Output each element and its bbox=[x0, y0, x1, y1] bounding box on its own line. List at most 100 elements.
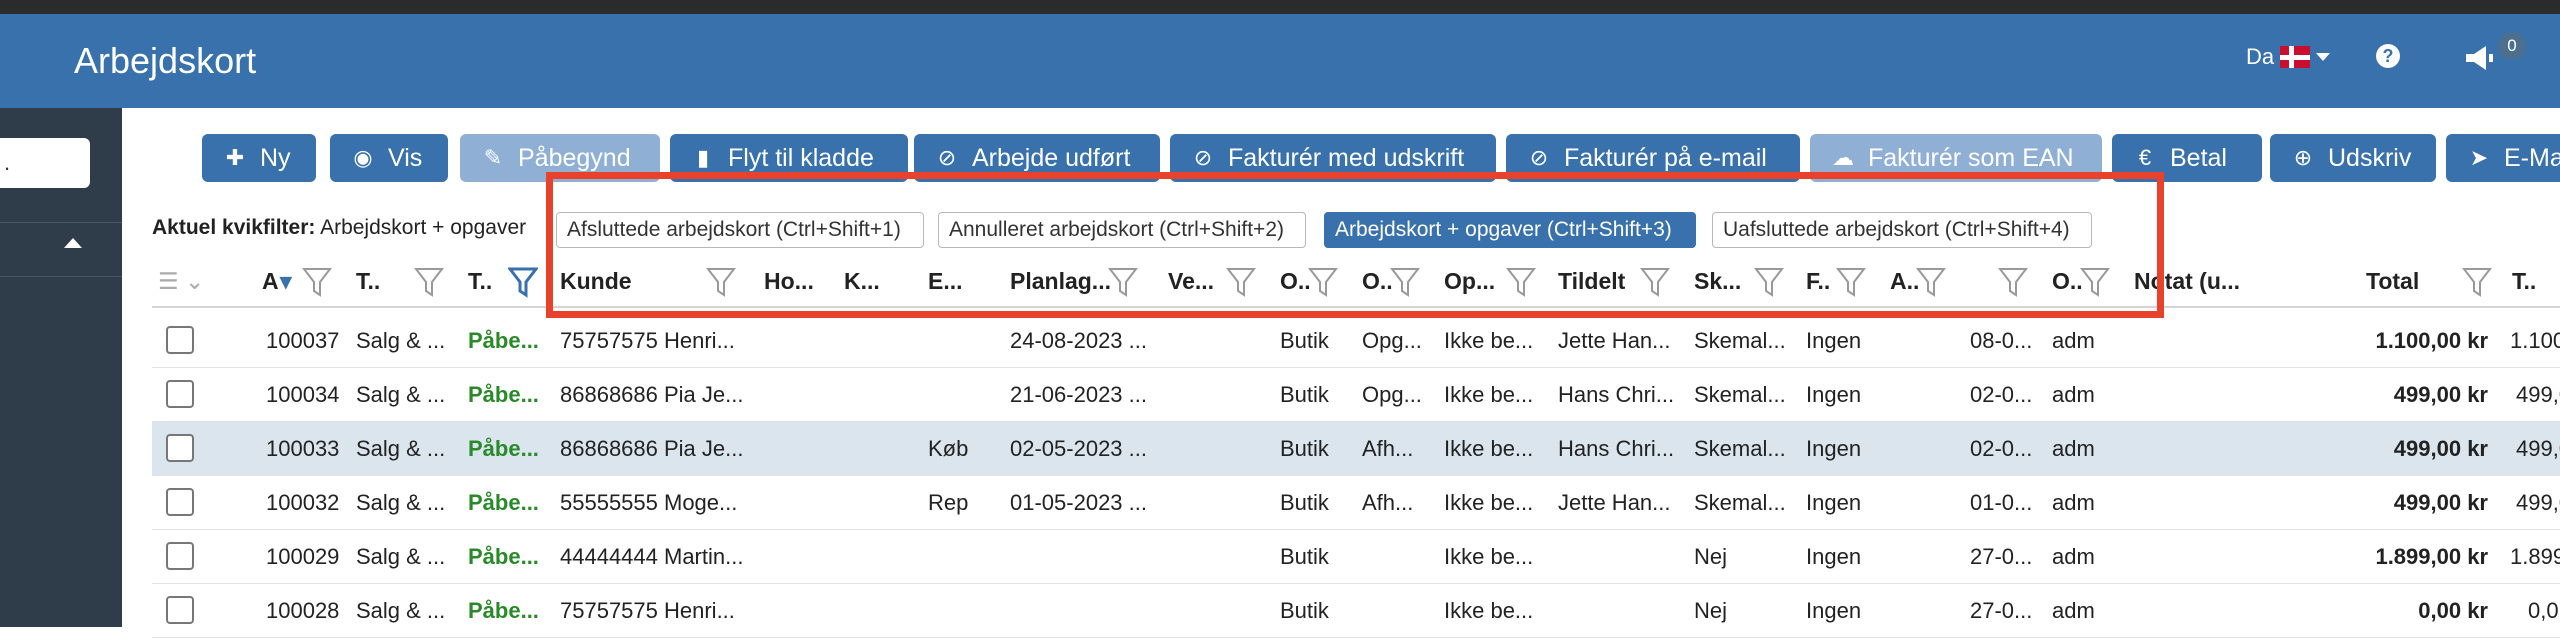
table-row-selected[interactable]: 100033 Salg & ... Påbe... 86868686 Pia J… bbox=[152, 422, 2560, 476]
sidebar-divider bbox=[0, 276, 122, 277]
cell-assigned: Hans Chri... bbox=[1558, 382, 1675, 407]
sort-desc-icon[interactable]: ▾ bbox=[280, 268, 292, 295]
cell-op: Ikke be... bbox=[1444, 490, 1534, 515]
cell-planned: 01-05-2023 ... bbox=[1010, 490, 1147, 515]
check-circle-icon: ⊘ bbox=[937, 145, 957, 170]
cell-o1: Butik bbox=[1280, 544, 1329, 569]
cell-f: Ingen bbox=[1806, 328, 1862, 353]
cell-a2: 02-0... bbox=[1970, 382, 2033, 407]
cell-customer: 86868686 Pia Je... bbox=[560, 382, 744, 407]
cell-o1: Butik bbox=[1280, 598, 1329, 623]
cell-customer: 44444444 Martin... bbox=[560, 544, 744, 569]
row-checkbox[interactable] bbox=[166, 596, 194, 624]
cell-t3: 1.899, bbox=[2510, 544, 2560, 569]
cloud-upload-icon: ☁ bbox=[1832, 145, 1854, 170]
cell-assigned: Jette Han... bbox=[1558, 490, 1671, 515]
highlight-annotation-box bbox=[546, 172, 2164, 318]
download-icon: ⊕ bbox=[2293, 145, 2313, 170]
cell-a2: 27-0... bbox=[1970, 598, 2033, 623]
cell-status: Påbe... bbox=[468, 544, 539, 569]
column-header-t3[interactable]: T.. bbox=[2512, 268, 2536, 295]
current-quickfilter: Aktuel kvikfilter: Arbejdskort + opgaver bbox=[152, 216, 526, 240]
row-checkbox[interactable] bbox=[166, 542, 194, 570]
table-row[interactable]: 100029 Salg & ... Påbe... 44444444 Marti… bbox=[152, 530, 2560, 584]
page-title: Arbejdskort bbox=[74, 40, 257, 81]
email-button[interactable]: ➤ E-Ma bbox=[2446, 134, 2560, 182]
table-row[interactable]: 100028 Salg & ... Påbe... 75757575 Henri… bbox=[152, 584, 2560, 638]
cell-planned: 21-06-2023 ... bbox=[1010, 382, 1147, 407]
cell-o1: Butik bbox=[1280, 382, 1329, 407]
column-header-id[interactable]: A bbox=[262, 268, 279, 295]
sidebar: . bbox=[0, 108, 122, 627]
cell-customer: 55555555 Moge... bbox=[560, 490, 738, 515]
cell-type: Salg & ... bbox=[356, 490, 446, 515]
language-selector[interactable]: Da bbox=[2246, 44, 2331, 70]
cell-id: 100033 bbox=[266, 436, 340, 461]
cell-total: 499,00 kr bbox=[2393, 490, 2488, 515]
chevron-up-icon[interactable] bbox=[64, 238, 82, 248]
filter-icon[interactable] bbox=[2462, 266, 2492, 298]
app-header: Arbejdskort Da ? 0 bbox=[0, 14, 2560, 108]
column-header-status[interactable]: T.. bbox=[468, 268, 492, 295]
document-icon: ▮ bbox=[696, 145, 710, 170]
cell-status: Påbe... bbox=[468, 382, 539, 407]
cell-total: 0,00 kr bbox=[2418, 598, 2488, 623]
notification-badge: 0 bbox=[2498, 32, 2526, 60]
new-button[interactable]: ✚ Ny bbox=[202, 134, 316, 182]
plus-icon: ✚ bbox=[225, 145, 245, 170]
cell-o2: Afh... bbox=[1362, 490, 1414, 515]
check-circle-icon: ⊘ bbox=[1529, 145, 1549, 170]
cell-sk: Skemal... bbox=[1694, 382, 1786, 407]
column-header-total[interactable]: Total bbox=[2366, 268, 2419, 295]
filter-icon[interactable] bbox=[414, 266, 444, 298]
cell-assigned: Jette Han... bbox=[1558, 328, 1671, 353]
cell-f: Ingen bbox=[1806, 598, 1862, 623]
cell-e: Køb bbox=[928, 436, 969, 461]
cell-a2: 02-0... bbox=[1970, 436, 2033, 461]
cell-total: 499,00 kr bbox=[2393, 436, 2488, 461]
filter-icon[interactable] bbox=[302, 266, 332, 298]
cell-id: 100034 bbox=[266, 382, 340, 407]
window-top-strip bbox=[0, 0, 2560, 14]
table-row[interactable]: 100034 Salg & ... Påbe... 86868686 Pia J… bbox=[152, 368, 2560, 422]
cell-status: Påbe... bbox=[468, 436, 539, 461]
cell-total: 1.899,00 kr bbox=[2375, 544, 2488, 569]
sidebar-divider bbox=[0, 222, 122, 223]
quickfilter-value: Arbejdskort + opgaver bbox=[320, 216, 527, 239]
cell-id: 100028 bbox=[266, 598, 340, 623]
cell-o1: Butik bbox=[1280, 436, 1329, 461]
cell-planned: 24-08-2023 ... bbox=[1010, 328, 1147, 353]
cell-o3: adm bbox=[2052, 490, 2095, 515]
cell-o2: Afh... bbox=[1362, 436, 1414, 461]
table-row[interactable]: 100032 Salg & ... Påbe... 55555555 Moge.… bbox=[152, 476, 2560, 530]
column-header-type[interactable]: T.. bbox=[356, 268, 380, 295]
sidebar-search-input[interactable]: . bbox=[0, 138, 90, 188]
help-icon[interactable]: ? bbox=[2376, 44, 2400, 68]
cell-id: 100037 bbox=[266, 328, 340, 353]
cell-a2: 27-0... bbox=[1970, 544, 2033, 569]
print-button[interactable]: ⊕ Udskriv bbox=[2270, 134, 2436, 182]
row-checkbox[interactable] bbox=[166, 380, 194, 408]
cell-f: Ingen bbox=[1806, 544, 1862, 569]
megaphone-icon[interactable] bbox=[2462, 44, 2498, 72]
cell-op: Ikke be... bbox=[1444, 544, 1534, 569]
cell-f: Ingen bbox=[1806, 436, 1862, 461]
eye-icon: ◉ bbox=[353, 145, 373, 170]
cell-o2: Opg... bbox=[1362, 328, 1422, 353]
cell-a2: 01-0... bbox=[1970, 490, 2033, 515]
cell-total: 499,00 kr bbox=[2393, 382, 2488, 407]
cell-t3: 499,0 bbox=[2516, 382, 2560, 407]
list-settings-icon[interactable]: ☰ ⌄ bbox=[158, 268, 204, 295]
view-button[interactable]: ◉ Vis bbox=[330, 134, 448, 182]
cell-o3: adm bbox=[2052, 544, 2095, 569]
cell-sk: Skemal... bbox=[1694, 490, 1786, 515]
row-checkbox[interactable] bbox=[166, 488, 194, 516]
cell-sk: Nej bbox=[1694, 544, 1728, 569]
row-checkbox[interactable] bbox=[166, 434, 194, 462]
cell-a2: 08-0... bbox=[1970, 328, 2033, 353]
table-row[interactable]: 100037 Salg & ... Påbe... 75757575 Henri… bbox=[152, 314, 2560, 368]
filter-active-icon[interactable] bbox=[508, 266, 538, 298]
cell-customer: 86868686 Pia Je... bbox=[560, 436, 744, 461]
cell-op: Ikke be... bbox=[1444, 598, 1534, 623]
row-checkbox[interactable] bbox=[166, 326, 194, 354]
